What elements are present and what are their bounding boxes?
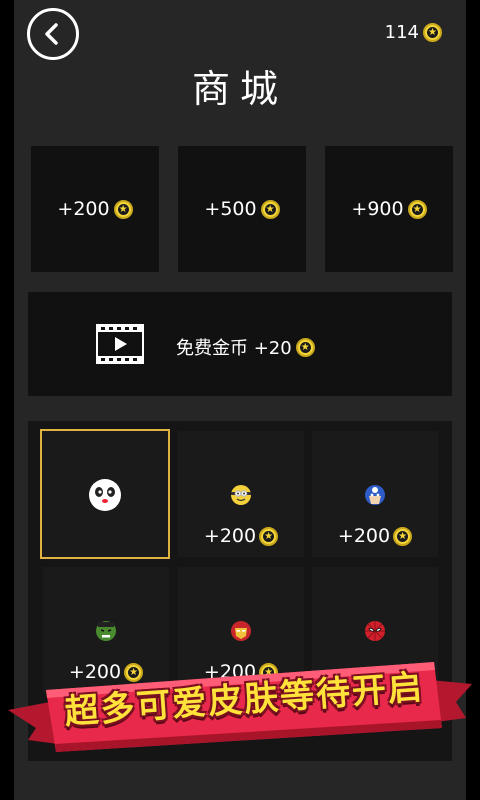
skin-cell-minion[interactable]: +200 ★ <box>178 431 304 557</box>
panda-skin-icon <box>89 479 121 511</box>
minion-skin-icon <box>231 485 251 505</box>
coin-icon: ★ <box>260 199 280 219</box>
pack-label: +500 <box>204 198 257 220</box>
coin-icon: ★ <box>295 337 315 357</box>
skin-price-label: +200 <box>337 525 391 547</box>
coin-icon: ★ <box>113 199 133 219</box>
back-arrow-icon <box>45 23 58 45</box>
coin-counter: 114 ★ <box>385 22 442 43</box>
skin-cell-panda[interactable] <box>40 429 170 559</box>
free-coins-label-group: 免费金币 +20 ★ <box>176 334 315 360</box>
ironman-skin-icon <box>231 621 251 641</box>
coin-pack-900[interactable]: +900 ★ <box>325 146 453 272</box>
coin-icon: ★ <box>259 526 279 546</box>
skin-price: +200 ★ <box>178 525 304 547</box>
coin-icon: ★ <box>124 662 144 682</box>
coin-pack-200[interactable]: +200 ★ <box>31 146 159 272</box>
pack-label: +900 <box>351 198 404 220</box>
coin-icon: ★ <box>423 23 442 42</box>
skin-cell-captain[interactable]: +200 ★ <box>312 431 438 557</box>
coin-icon: ★ <box>407 199 427 219</box>
back-button[interactable] <box>27 8 79 60</box>
free-coins-label: 免费金币 +20 <box>176 338 292 359</box>
video-icon <box>96 324 144 364</box>
page-title: 商城 <box>191 67 288 111</box>
skin-price-label: +200 <box>203 525 257 547</box>
coin-count: 114 <box>384 22 419 43</box>
captain-skin-icon <box>365 485 385 505</box>
free-coins-button[interactable]: 免费金币 +20 ★ <box>28 292 452 396</box>
coin-pack-500[interactable]: +500 ★ <box>178 146 306 272</box>
hulk-skin-icon <box>96 621 116 641</box>
coin-icon: ★ <box>393 526 413 546</box>
coin-icon: ★ <box>259 662 279 682</box>
pack-label: +200 <box>57 198 110 220</box>
skin-price: +200 ★ <box>312 525 438 547</box>
spiderman-skin-icon <box>365 621 385 641</box>
